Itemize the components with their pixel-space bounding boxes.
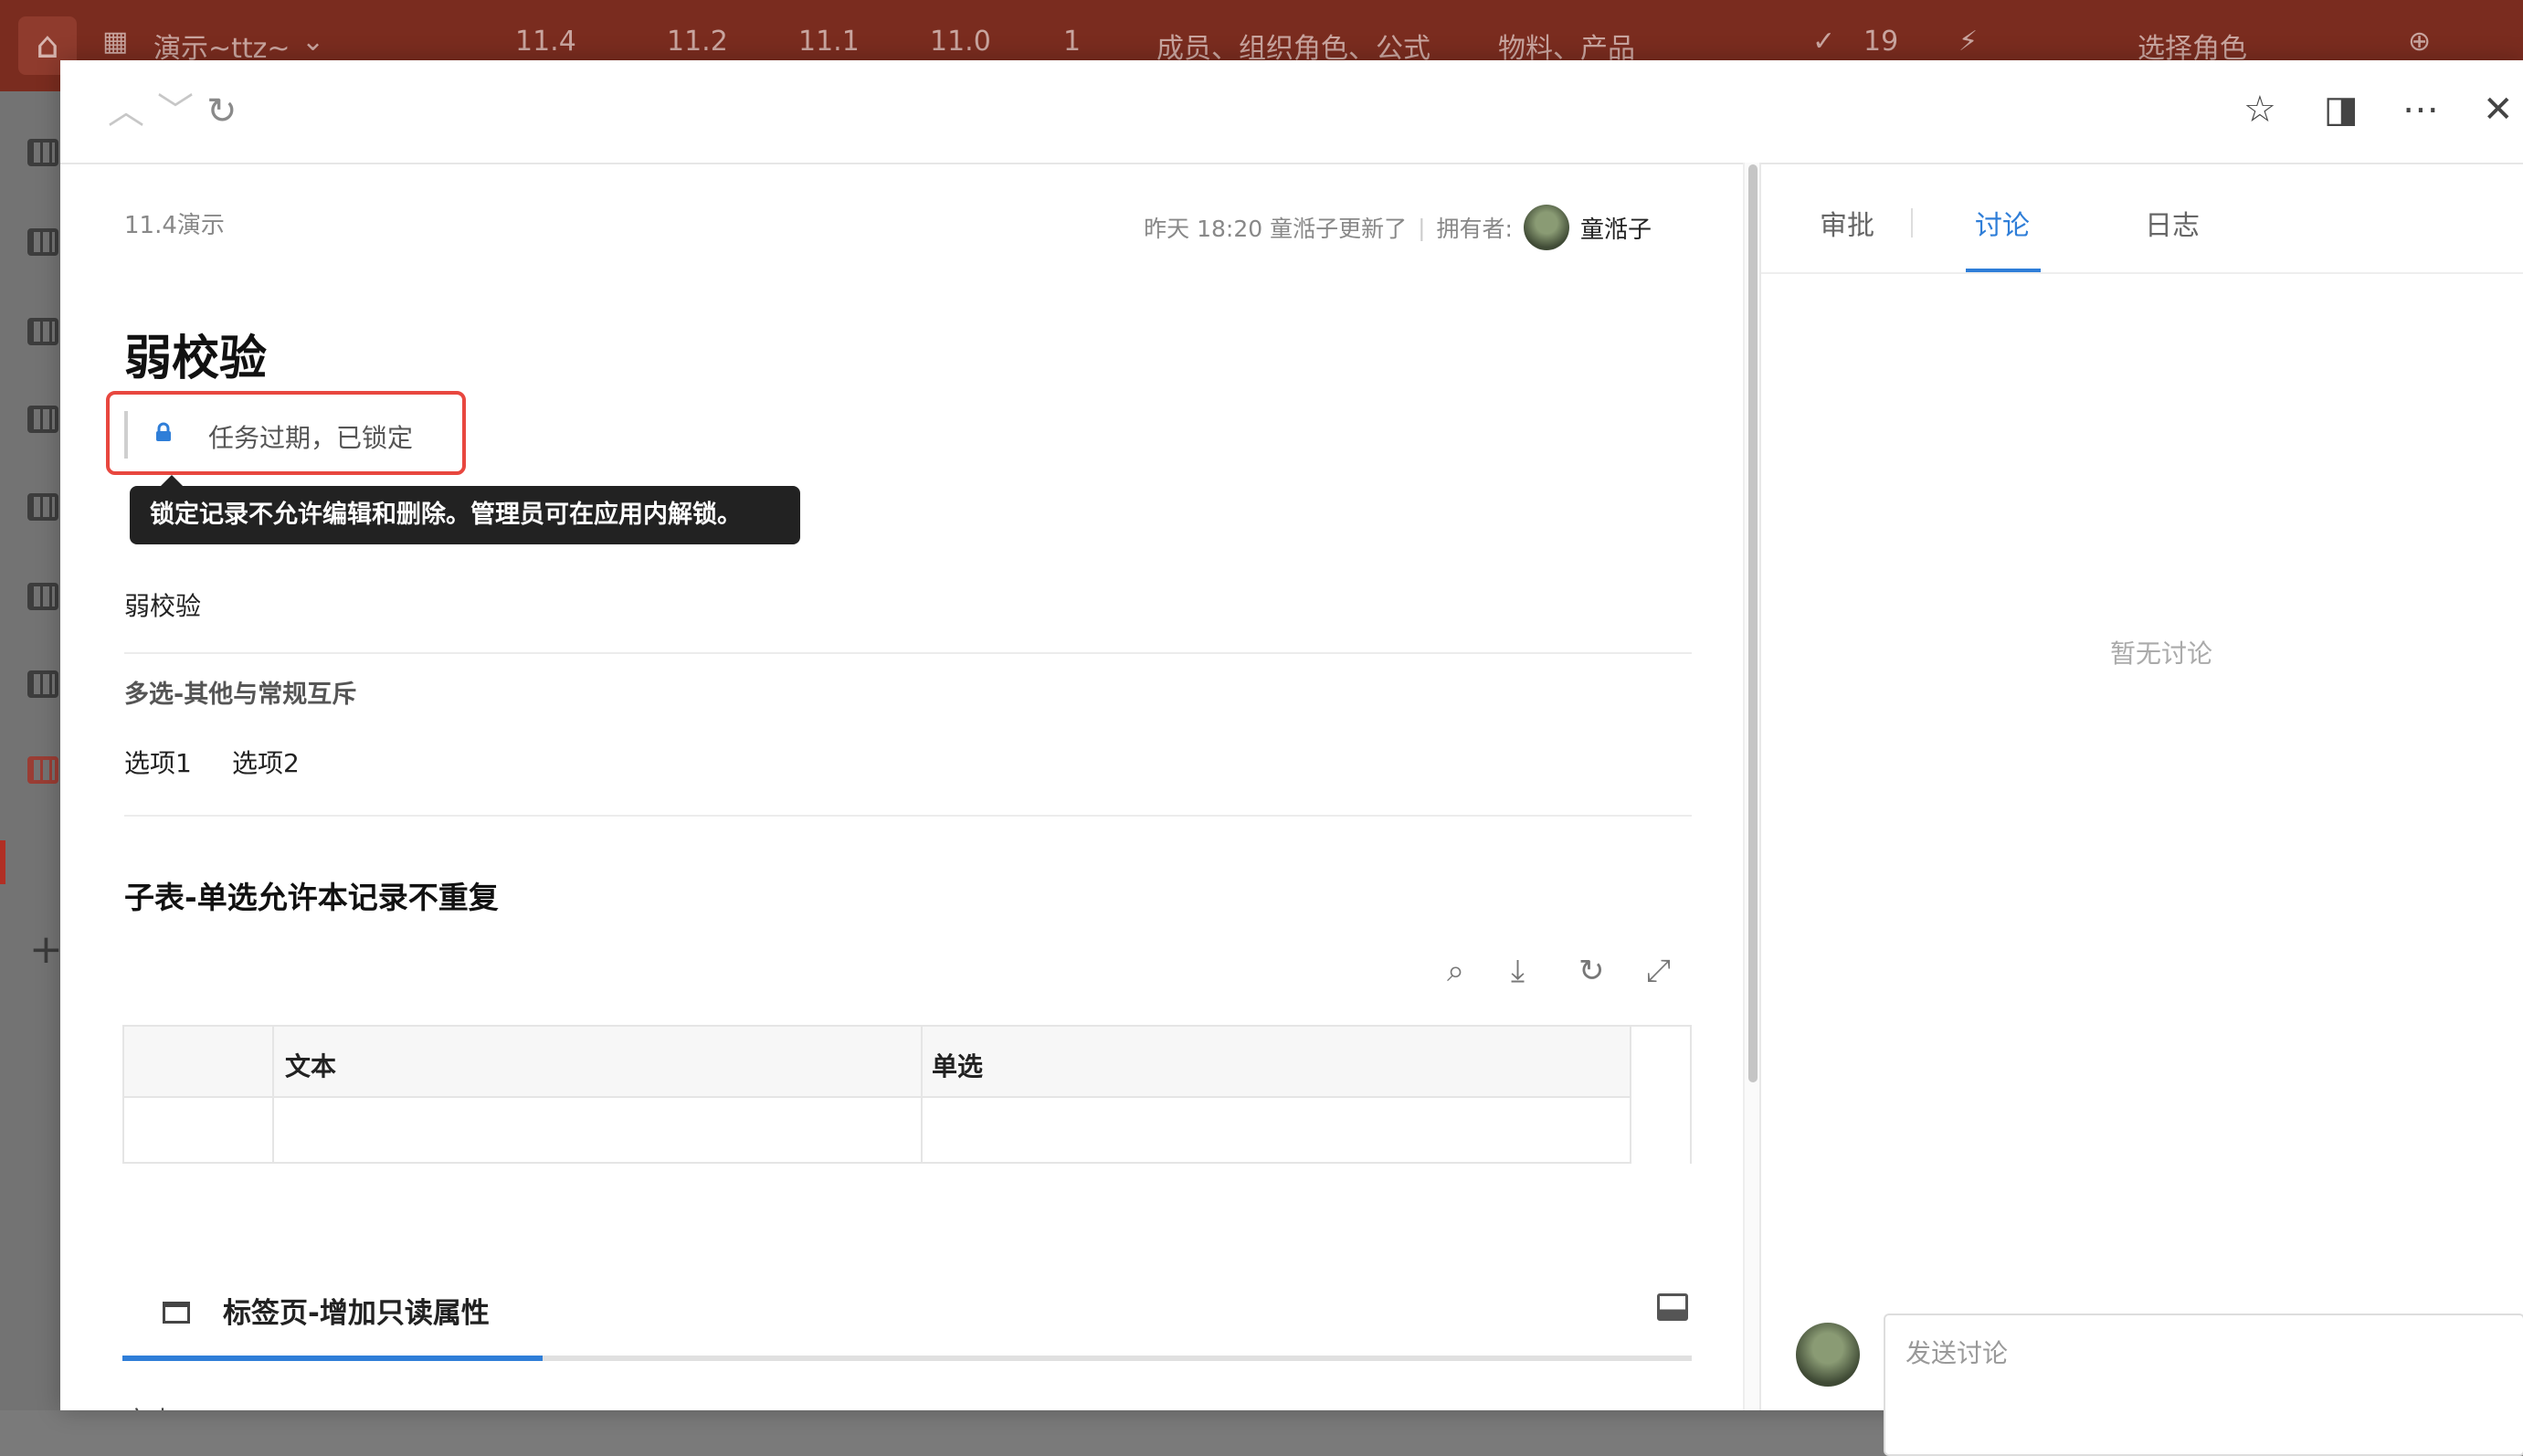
topbar-tab[interactable]: 11.0 <box>930 26 991 58</box>
divider: | <box>1418 214 1426 241</box>
table-header <box>124 1027 1630 1098</box>
modal-header: ︿ ﹀ ↻ ☆ ◨ ⋯ ✕ <box>60 60 2523 164</box>
record-meta: 昨天 18:20 童湉子更新了 | 拥有者: 童湉子 <box>1144 205 1652 250</box>
chevron-up-icon[interactable]: ︿ <box>108 93 144 130</box>
table-icon[interactable] <box>27 318 58 345</box>
subtable-title: 子表-单选允许本记录不重复 <box>124 880 499 915</box>
topbar-tab[interactable]: 11.2 <box>667 26 728 58</box>
owner-avatar[interactable] <box>1523 205 1569 250</box>
record-content: 11.4演示 昨天 18:20 童湉子更新了 | 拥有者: 童湉子 弱校验 任务… <box>60 163 1743 1410</box>
divider <box>1911 208 1913 237</box>
table-icon[interactable] <box>27 670 58 698</box>
add-icon[interactable]: + <box>29 930 63 970</box>
owner-name[interactable]: 童湉子 <box>1580 211 1652 245</box>
task-badge[interactable]: 19 <box>1863 26 1898 58</box>
column-divider <box>921 1027 923 1162</box>
download-icon[interactable]: ⤓ <box>1511 955 1525 986</box>
subtable: 文本 单选 <box>122 1025 1631 1164</box>
refresh-icon[interactable]: ↻ <box>206 93 238 130</box>
active-tab-indicator <box>122 1356 543 1361</box>
lightning-icon[interactable]: ⚡ <box>1958 26 1978 58</box>
chevron-down-icon[interactable]: ⌄ <box>301 26 324 58</box>
tab-log[interactable]: 日志 <box>2145 203 2200 243</box>
scrollbar[interactable] <box>1743 163 1761 1410</box>
divider <box>124 815 1692 817</box>
folder-icon <box>163 1302 190 1324</box>
field-label: 文本 <box>124 1401 175 1410</box>
option-tag: 选项2 <box>232 748 300 778</box>
option-tag: 选项1 <box>124 748 192 778</box>
tab-approval[interactable]: 审批 <box>1820 203 1874 243</box>
column-header[interactable]: 文本 <box>285 1047 336 1083</box>
lock-status-text[interactable]: 任务过期，已锁定 <box>208 418 413 455</box>
collapse-panel-icon[interactable] <box>1657 1293 1688 1321</box>
column-divider <box>272 1027 274 1162</box>
table-extension <box>1631 1025 1692 1164</box>
refresh-icon[interactable]: ↻ <box>1578 955 1605 986</box>
more-icon[interactable]: ⋯ <box>2402 91 2439 128</box>
table-icon[interactable] <box>27 493 58 521</box>
divider <box>124 652 1692 654</box>
tabpage-title[interactable]: 标签页-增加只读属性 <box>223 1290 490 1331</box>
record-modal: ︿ ﹀ ↻ ☆ ◨ ⋯ ✕ 11.4演示 昨天 18:20 童湉子更新了 | 拥… <box>60 60 2523 1456</box>
search-icon[interactable]: ⌕ <box>1447 955 1464 986</box>
chevron-down-icon[interactable]: ﹀ <box>157 93 194 130</box>
globe-icon[interactable]: ⊕ <box>2408 26 2431 58</box>
topbar-tab[interactable]: 11.1 <box>798 26 860 58</box>
star-icon[interactable]: ☆ <box>2243 91 2276 128</box>
tab-discussion[interactable]: 讨论 <box>1975 203 2030 243</box>
lock-icon <box>156 422 171 441</box>
tooltip-arrow <box>161 475 183 486</box>
empty-state-text: 暂无讨论 <box>2110 638 2213 669</box>
field-label: 多选-其他与常规互斥 <box>124 681 357 709</box>
table-icon[interactable] <box>27 756 58 784</box>
scrollbar-thumb[interactable] <box>1748 164 1758 1082</box>
app-grid-icon[interactable]: ▦ <box>102 26 128 58</box>
lock-status-bar <box>124 411 128 459</box>
topbar-tab[interactable]: 1 <box>1063 26 1081 58</box>
close-icon[interactable]: ✕ <box>2483 91 2514 128</box>
updated-text: 昨天 18:20 童湉子更新了 <box>1144 216 1408 242</box>
table-icon[interactable] <box>27 583 58 610</box>
left-rail: + <box>0 91 63 1410</box>
column-header[interactable]: 单选 <box>932 1047 983 1083</box>
divider <box>1761 272 2523 274</box>
user-avatar <box>1796 1323 1860 1387</box>
table-icon[interactable] <box>27 139 58 166</box>
breadcrumb[interactable]: 11.4演示 <box>124 206 225 240</box>
active-indicator <box>0 840 5 884</box>
table-icon[interactable] <box>27 406 58 433</box>
topbar-tab[interactable]: 11.4 <box>515 26 576 58</box>
lock-tooltip: 锁定记录不允许编辑和删除。管理员可在应用内解锁。 <box>130 486 800 544</box>
check-circle-icon[interactable]: ✓ <box>1812 26 1835 58</box>
expand-icon[interactable]: ⤢ <box>1646 955 1671 986</box>
record-title: 弱校验 <box>124 332 268 386</box>
side-panel: 审批 讨论 日志 暂无讨论 <box>1759 163 2523 1456</box>
field-value[interactable]: 弱校验 <box>124 586 201 623</box>
owner-label: 拥有者: <box>1436 216 1513 242</box>
comment-input[interactable] <box>1884 1314 2523 1456</box>
table-icon[interactable] <box>27 228 58 256</box>
side-panel-toggle-icon[interactable]: ◨ <box>2324 91 2359 128</box>
